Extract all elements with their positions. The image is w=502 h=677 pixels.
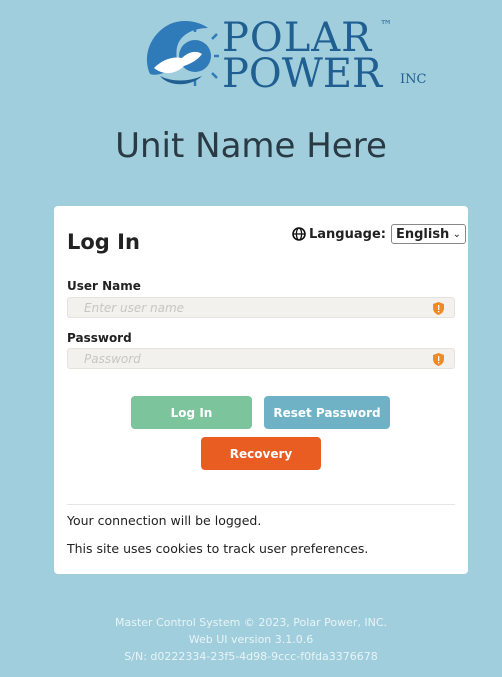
shield-warning-icon	[433, 302, 444, 315]
logo-power-text: POWER	[222, 51, 383, 97]
chevron-down-icon: ⌄	[452, 228, 461, 240]
polar-bear-sun-icon	[146, 21, 219, 86]
language-label: Language:	[309, 226, 386, 242]
footer-version: Web UI version 3.1.0.6	[188, 633, 314, 646]
footer-copyright: Master Control System © 2023, Polar Powe…	[114, 616, 387, 629]
logo-trademark: ™	[380, 18, 392, 32]
login-card: Log In Language: English ⌄ User Name Ent…	[54, 206, 468, 574]
username-placeholder: Enter user name	[84, 300, 185, 315]
language-selector: Language: English ⌄	[292, 224, 466, 244]
footer: Master Control System © 2023, Polar Powe…	[0, 614, 502, 665]
connection-logged-note: Your connection will be logged.	[67, 513, 262, 528]
polar-power-logo: POLAR ™ POWER INC	[140, 12, 426, 96]
password-input[interactable]: Password	[67, 348, 455, 369]
password-placeholder: Password	[84, 351, 141, 366]
language-value: English	[395, 226, 450, 242]
logo-inc-text: INC	[400, 72, 427, 87]
unit-name-title: Unit Name Here	[115, 126, 387, 166]
recovery-button[interactable]: Recovery	[201, 437, 321, 470]
username-input[interactable]: Enter user name	[67, 297, 455, 318]
login-button[interactable]: Log In	[131, 396, 252, 429]
globe-icon	[292, 227, 306, 241]
cookies-note: This site uses cookies to track user pre…	[67, 541, 369, 556]
divider	[67, 504, 455, 505]
shield-warning-icon	[433, 353, 444, 366]
reset-password-button[interactable]: Reset Password	[264, 396, 390, 429]
login-title: Log In	[67, 230, 140, 254]
username-label: User Name	[67, 279, 141, 293]
password-label: Password	[67, 331, 132, 345]
language-dropdown[interactable]: English ⌄	[390, 224, 466, 244]
footer-serial: S/N: d0222334-23f5-4d98-9ccc-f0fda337667…	[124, 650, 378, 663]
